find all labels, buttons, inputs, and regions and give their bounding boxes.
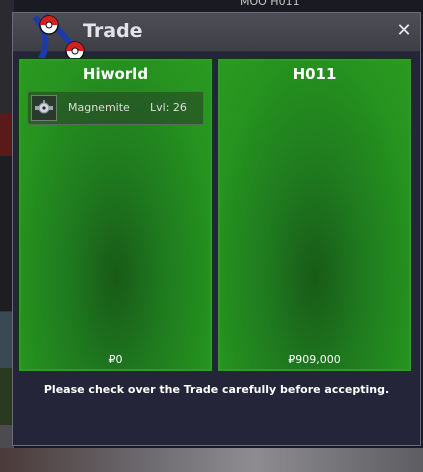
money-offer: ₽909,000 (288, 353, 341, 366)
window-title: Trade (83, 20, 143, 42)
trade-notice: Please check over the Trade carefully be… (43, 383, 390, 396)
magnemite-icon (31, 95, 57, 121)
background-scene-bottom (0, 448, 423, 472)
item-name: Magnemite (68, 101, 130, 114)
background-chat-text: MOO H011 (240, 0, 300, 8)
player-name: Hiworld (82, 65, 149, 83)
player-name: H011 (292, 65, 337, 83)
money-offer: ₽0 (108, 353, 123, 366)
close-button[interactable]: ✕ (394, 20, 414, 42)
item-level: Lvl: 26 (150, 101, 187, 114)
trade-panel-left: Hiworld Magnemite Lvl: 26 ₽0 (18, 58, 213, 372)
trade-window: Trade ✕ Hiworld Magnemite Lvl: 26 ₽0 H01… (12, 12, 421, 446)
trade-panel-right: H011 ₽909,000 (217, 58, 412, 372)
trade-item-slot[interactable]: Magnemite Lvl: 26 (27, 91, 204, 125)
